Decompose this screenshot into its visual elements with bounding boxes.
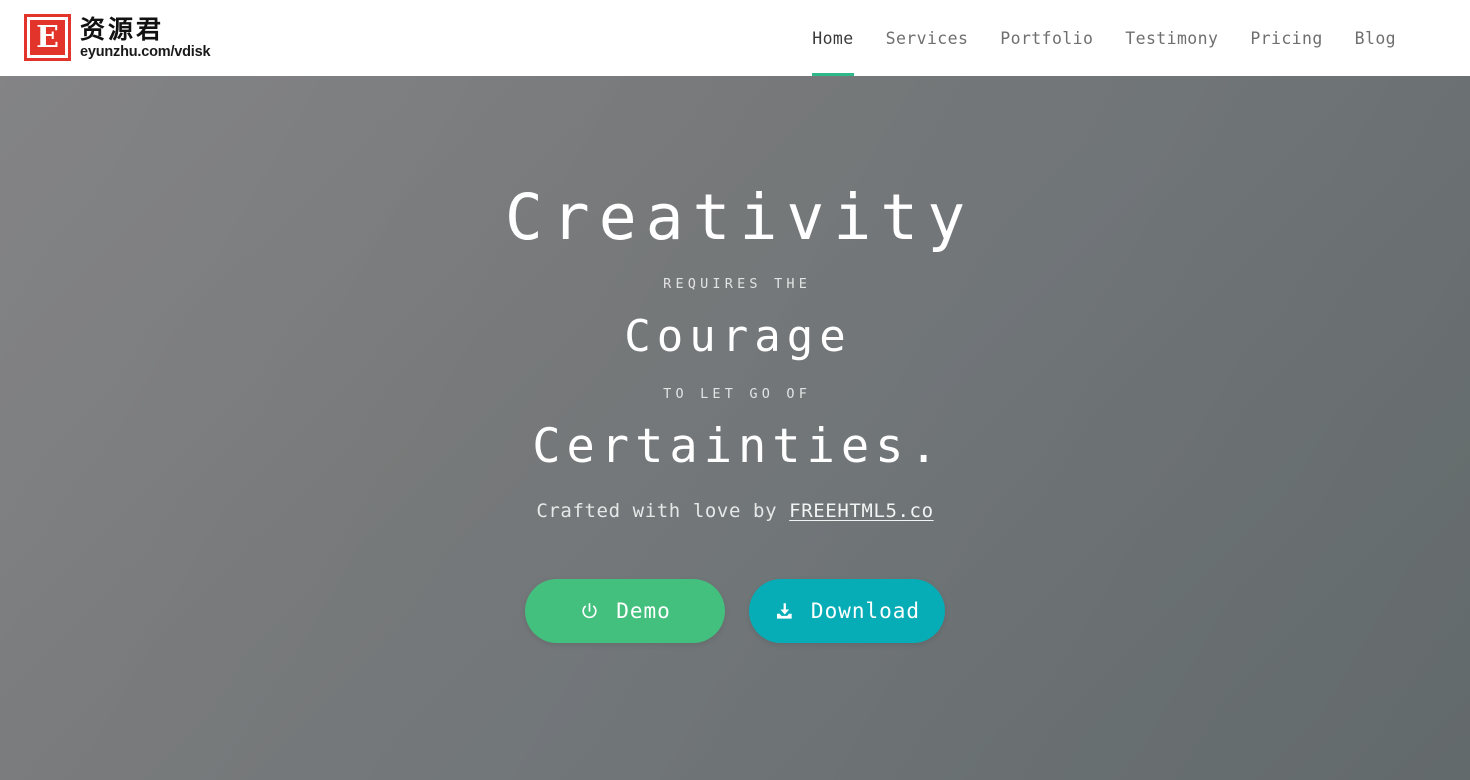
download-icon bbox=[774, 601, 795, 622]
hero-section: Creativity REQUIRES THE Courage TO LET G… bbox=[0, 76, 1470, 780]
demo-button-label: Demo bbox=[616, 599, 671, 623]
power-icon bbox=[579, 601, 600, 622]
brand-url: eyunzhu.com/vdisk bbox=[80, 44, 211, 60]
nav-item-home[interactable]: Home bbox=[796, 0, 869, 76]
nav-item-portfolio[interactable]: Portfolio bbox=[984, 0, 1109, 76]
nav-item-pricing[interactable]: Pricing bbox=[1234, 0, 1338, 76]
brand-text: 资源君 eyunzhu.com/vdisk bbox=[80, 14, 211, 61]
hero-credit: Crafted with love by FREEHTML5.co bbox=[0, 500, 1470, 522]
hero-credit-prefix: Crafted with love by bbox=[536, 500, 790, 522]
download-button-label: Download bbox=[810, 599, 921, 623]
hero-actions: Demo Download bbox=[0, 579, 1470, 643]
hero-caption-2: TO LET GO OF bbox=[663, 386, 812, 402]
brand-name-cn: 资源君 bbox=[80, 15, 165, 44]
hero-subhead-1: Courage bbox=[624, 311, 852, 362]
hero-subhead-2: Certainties. bbox=[532, 419, 944, 474]
hero-content: Creativity REQUIRES THE Courage TO LET G… bbox=[0, 76, 1470, 643]
site-header: E 资源君 eyunzhu.com/vdisk Home Services Po… bbox=[0, 0, 1470, 76]
demo-button[interactable]: Demo bbox=[525, 579, 725, 643]
nav-item-blog[interactable]: Blog bbox=[1339, 0, 1412, 76]
brand-logo[interactable]: E 资源君 eyunzhu.com/vdisk bbox=[24, 14, 211, 61]
hero-headline: Creativity bbox=[504, 181, 975, 254]
nav-item-services[interactable]: Services bbox=[870, 0, 985, 76]
brand-mark-letter: E bbox=[30, 20, 65, 55]
hero-credit-link[interactable]: FREEHTML5.co bbox=[789, 500, 933, 522]
hero-caption-1: REQUIRES THE bbox=[663, 276, 812, 292]
nav-item-testimony[interactable]: Testimony bbox=[1109, 0, 1234, 76]
brand-mark-icon: E bbox=[24, 14, 71, 61]
main-nav: Home Services Portfolio Testimony Pricin… bbox=[796, 0, 1412, 76]
download-button[interactable]: Download bbox=[749, 579, 945, 643]
